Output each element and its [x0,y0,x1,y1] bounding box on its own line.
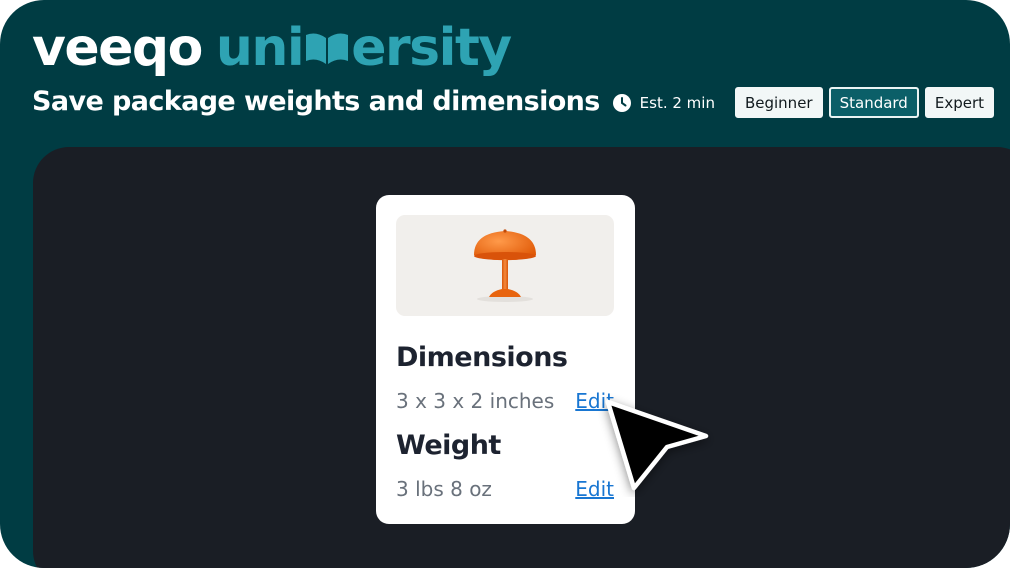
mouse-pointer-icon [605,399,709,491]
clock-icon [612,93,631,112]
brand-uni-end: ersity [351,18,512,78]
brand-uni-start: uni [215,18,305,78]
dimensions-heading: Dimensions [396,342,568,373]
brand-university: uni ersity [215,18,512,78]
level-beginner-button[interactable]: Beginner [734,87,823,118]
level-expert-button[interactable]: Expert [924,87,994,118]
level-standard-button[interactable]: Standard [828,87,919,118]
dimensions-value: 3 x 3 x 2 inches [396,389,555,413]
time-estimate: Est. 2 min [639,93,715,112]
lesson-meta: Est. 2 min Beginner Standard Expert [612,86,994,119]
veeqo-university-logo: veeqo uni ersity [32,18,512,82]
brand-veeqo: veeqo [32,18,203,78]
weight-heading: Weight [396,430,501,461]
weight-value: 3 lbs 8 oz [396,477,492,501]
book-icon [306,33,349,64]
frame: veeqo uni ersity Save package weights an… [0,0,1010,568]
product-image [396,215,614,316]
page-title: Save package weights and dimensions [32,86,600,117]
lamp-image [474,229,536,302]
